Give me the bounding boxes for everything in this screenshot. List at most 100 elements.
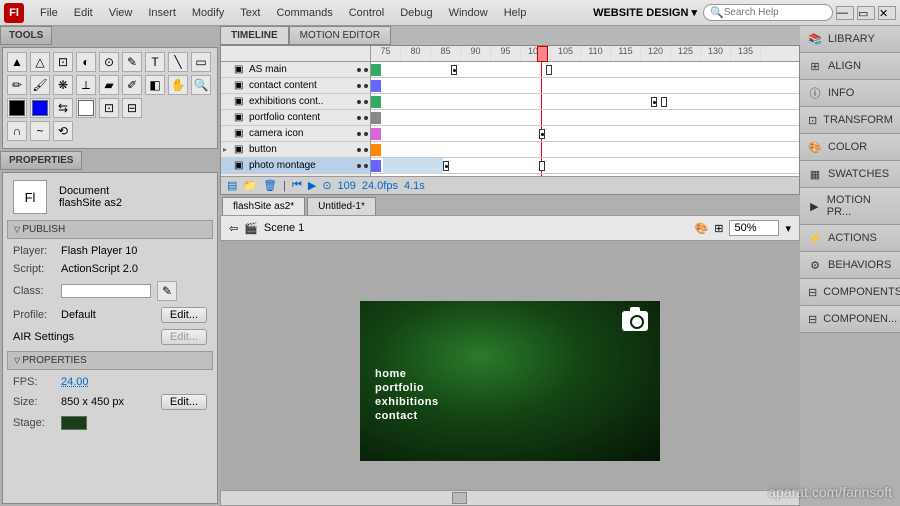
- size-value: 850 x 450 px: [61, 396, 124, 408]
- component-inspector-panel-button[interactable]: ⊟COMPONEN...: [800, 306, 900, 333]
- library-panel-button[interactable]: 📚LIBRARY: [800, 26, 900, 53]
- size-edit-button[interactable]: Edit...: [161, 394, 207, 410]
- timeline-tab[interactable]: TIMELINE: [220, 26, 289, 45]
- menu-file[interactable]: File: [32, 3, 66, 23]
- menu-help[interactable]: Help: [496, 3, 535, 23]
- info-panel-button[interactable]: ⓘINFO: [800, 80, 900, 107]
- edit-scene-icon[interactable]: 🎨: [695, 222, 709, 235]
- layer-row[interactable]: ▣contact content: [221, 78, 370, 94]
- profile-edit-button[interactable]: Edit...: [161, 307, 207, 323]
- menu-commands[interactable]: Commands: [268, 3, 340, 23]
- menu-edit[interactable]: Edit: [66, 3, 101, 23]
- minimize-button[interactable]: —: [836, 6, 854, 20]
- components-panel-button[interactable]: ⊟COMPONENTS: [800, 279, 900, 306]
- stage-area[interactable]: home portfolio exhibitions contact: [220, 241, 800, 490]
- scene-name[interactable]: Scene 1: [264, 222, 304, 234]
- zoom-tool[interactable]: 🔍: [191, 75, 211, 95]
- frames-area[interactable]: 7580859095100105110115120125130135: [371, 46, 799, 176]
- free-transform-tool[interactable]: ⊡: [53, 52, 73, 72]
- paint-bucket-tool[interactable]: ▰: [99, 75, 119, 95]
- properties-section[interactable]: PROPERTIES: [7, 351, 213, 370]
- timeline-panel: ▣AS main ▣contact content ▣exhibitions c…: [220, 45, 800, 195]
- delete-layer-icon[interactable]: 🗑: [263, 179, 277, 192]
- layer-row[interactable]: ▣exhibitions cont..: [221, 94, 370, 110]
- document-icon: Fl: [13, 180, 47, 214]
- swap-colors[interactable]: ⇆: [53, 98, 73, 118]
- restore-button[interactable]: ▭: [857, 6, 875, 20]
- layer-row[interactable]: ▣photo montage: [221, 158, 370, 174]
- frame-ruler[interactable]: 7580859095100105110115120125130135: [371, 46, 799, 62]
- option-misc[interactable]: ⟲: [53, 121, 73, 141]
- rectangle-tool[interactable]: ▭: [191, 52, 211, 72]
- tools-panel-tab[interactable]: TOOLS: [0, 26, 52, 45]
- text-tool[interactable]: T: [145, 52, 165, 72]
- camera-icon: [622, 311, 648, 331]
- close-button[interactable]: ✕: [878, 6, 896, 20]
- menu-modify[interactable]: Modify: [184, 3, 232, 23]
- back-icon[interactable]: ⇦: [229, 222, 238, 235]
- layer-row[interactable]: ▸▣button: [221, 142, 370, 158]
- fill-color[interactable]: [30, 98, 50, 118]
- rewind-icon[interactable]: ⏮: [292, 179, 302, 192]
- transform-panel-button[interactable]: ⊡TRANSFORM: [800, 107, 900, 134]
- onion-skin-icon[interactable]: ⊙: [322, 179, 331, 192]
- option-magnet[interactable]: ∩: [7, 121, 27, 141]
- zoom-level[interactable]: [729, 220, 779, 236]
- zoom-dropdown-icon[interactable]: ▾: [785, 222, 791, 235]
- layer-row[interactable]: ▣portfolio content: [221, 110, 370, 126]
- menu-text[interactable]: Text: [232, 3, 268, 23]
- subselection-tool[interactable]: △: [30, 52, 50, 72]
- pencil-tool[interactable]: ✏: [7, 75, 27, 95]
- stroke-color[interactable]: [7, 98, 27, 118]
- class-edit-icon[interactable]: ✎: [157, 281, 177, 301]
- play-icon[interactable]: ▶: [308, 179, 316, 192]
- new-layer-icon[interactable]: ▤: [227, 179, 237, 192]
- brush-tool[interactable]: 🖌: [30, 75, 50, 95]
- option-smooth[interactable]: ⊟: [122, 98, 142, 118]
- menu-insert[interactable]: Insert: [140, 3, 184, 23]
- selection-tool[interactable]: ▲: [7, 52, 27, 72]
- eyedropper-tool[interactable]: ✐: [122, 75, 142, 95]
- document-tab[interactable]: Untitled-1*: [307, 197, 376, 215]
- stage-canvas[interactable]: home portfolio exhibitions contact: [360, 301, 660, 461]
- menu-view[interactable]: View: [101, 3, 141, 23]
- option-straighten[interactable]: ~: [30, 121, 50, 141]
- option-snap[interactable]: ⊡: [99, 98, 119, 118]
- no-color[interactable]: [76, 98, 96, 118]
- horizontal-scrollbar[interactable]: [220, 490, 800, 506]
- menu-window[interactable]: Window: [441, 3, 496, 23]
- layer-row[interactable]: ▣AS main: [221, 62, 370, 78]
- color-panel-button[interactable]: 🎨COLOR: [800, 134, 900, 161]
- fps-value[interactable]: 24.00: [61, 376, 89, 388]
- deco-tool[interactable]: ❋: [53, 75, 73, 95]
- actions-panel-button[interactable]: ⚡ACTIONS: [800, 225, 900, 252]
- lasso-tool[interactable]: ⊙: [99, 52, 119, 72]
- search-input[interactable]: [724, 7, 824, 18]
- align-panel-button[interactable]: ⊞ALIGN: [800, 53, 900, 80]
- workspace-switcher[interactable]: WEBSITE DESIGN ▾: [587, 6, 703, 19]
- stage-color-swatch[interactable]: [61, 416, 87, 430]
- pen-tool[interactable]: ✎: [122, 52, 142, 72]
- motion-presets-panel-button[interactable]: ▶MOTION PR...: [800, 188, 900, 225]
- new-folder-icon[interactable]: 📁: [243, 179, 257, 192]
- layer-row[interactable]: ▣camera icon: [221, 126, 370, 142]
- edit-symbols-icon[interactable]: ⊞: [714, 222, 723, 235]
- motion-editor-tab[interactable]: MOTION EDITOR: [289, 26, 391, 45]
- document-tab[interactable]: flashSite as2*: [222, 197, 305, 215]
- menu-debug[interactable]: Debug: [392, 3, 440, 23]
- swatches-panel-button[interactable]: ▦SWATCHES: [800, 161, 900, 188]
- script-value: ActionScript 2.0: [61, 263, 138, 275]
- color-icon: 🎨: [808, 140, 822, 154]
- help-search[interactable]: 🔍: [703, 4, 833, 21]
- hand-tool[interactable]: ✋: [168, 75, 188, 95]
- class-input[interactable]: [61, 284, 151, 298]
- behaviors-panel-button[interactable]: ⚙BEHAVIORS: [800, 252, 900, 279]
- line-tool[interactable]: ╲: [168, 52, 188, 72]
- stage-label: Stage:: [13, 417, 55, 429]
- bone-tool[interactable]: ⟂: [76, 75, 96, 95]
- properties-panel-tab[interactable]: PROPERTIES: [0, 151, 82, 170]
- menu-control[interactable]: Control: [341, 3, 392, 23]
- 3d-rotation-tool[interactable]: ◐: [76, 52, 96, 72]
- publish-section[interactable]: PUBLISH: [7, 220, 213, 239]
- eraser-tool[interactable]: ◧: [145, 75, 165, 95]
